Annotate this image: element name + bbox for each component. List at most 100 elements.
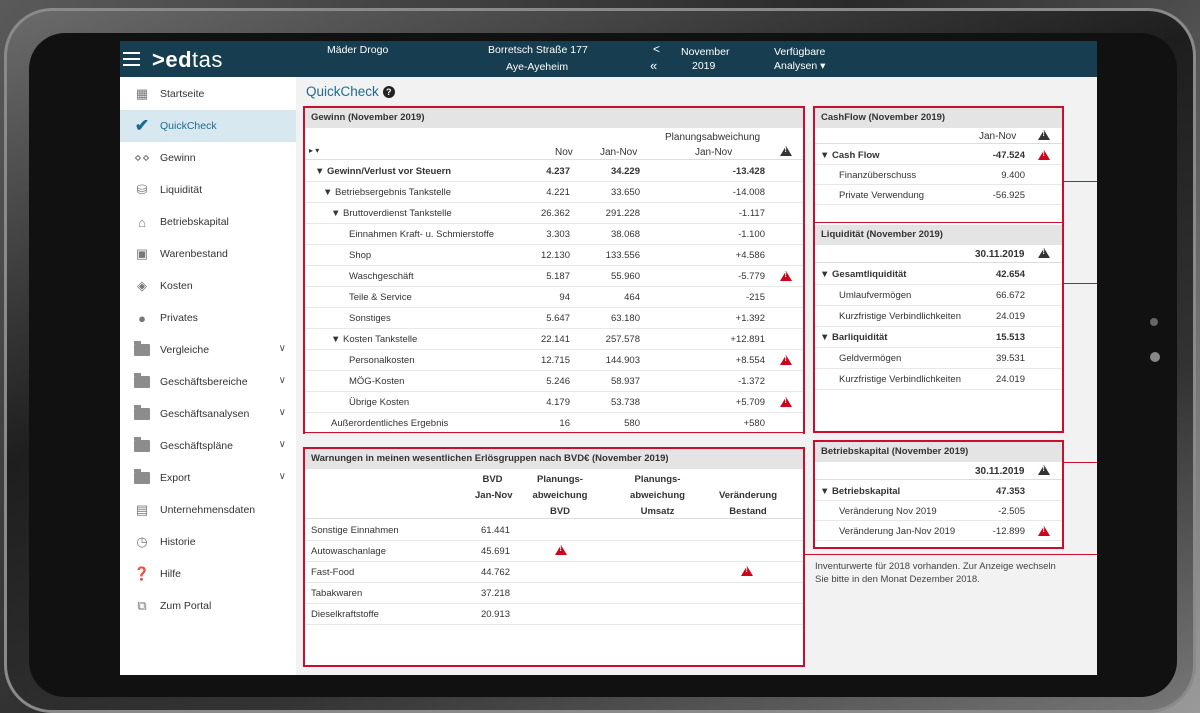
table-header: Jan-Nov	[815, 128, 1062, 144]
callout-line	[1064, 283, 1097, 284]
table-row[interactable]: Autowaschanlage 45.691	[305, 541, 803, 562]
row-label: ▼ Cash Flow	[820, 150, 880, 161]
row-label: Übrige Kosten	[349, 397, 410, 408]
value-plan: +1.392	[735, 313, 765, 324]
row-value: 15.513	[995, 332, 1025, 343]
table-row[interactable]: Veränderung Jan-Nov 2019 -12.899	[815, 521, 1062, 541]
sidebar-item-unternehmensdaten[interactable]: ▤ Unternehmensdaten	[120, 494, 296, 526]
row-label: ▼ Betriebskapital	[820, 486, 901, 497]
row-label: Tabakwaren	[311, 588, 363, 599]
table-header: 30.11.2019	[815, 245, 1062, 263]
tag-icon: ◈	[137, 278, 147, 293]
table-row[interactable]: Finanzüberschuss 9.400	[815, 165, 1062, 185]
sidebar-item-gewinn[interactable]: ⋄⋄ Gewinn	[120, 142, 296, 174]
table-row[interactable]: Personalkosten 12.715 144.903 +8.554	[305, 350, 803, 371]
sidebar-item-vergleiche[interactable]: Vergleiche ∨	[120, 334, 296, 366]
sidebar-item-geschaeftsbereiche[interactable]: Geschäftsbereiche ∨	[120, 366, 296, 398]
sidebar-item-portal[interactable]: ⧉ Zum Portal	[120, 590, 296, 622]
document-icon: ▤	[135, 502, 149, 517]
table-row[interactable]: Dieselkraftstoffe 20.913	[305, 604, 803, 625]
table-row[interactable]: Kurzfristige Verbindlichkeiten 24.019	[815, 369, 1062, 390]
col-header-jan-nov: Jan-Nov	[979, 131, 1017, 142]
company-name: Mäder Drogo	[327, 44, 389, 56]
table-row[interactable]: Fast-Food 44.762	[305, 562, 803, 583]
sidebar-item-warenbestand[interactable]: ▣ Warenbestand	[120, 238, 296, 270]
sidebar-item-historie[interactable]: ◷ Historie	[120, 526, 296, 558]
period-year[interactable]: 2019	[692, 60, 715, 72]
sidebar-item-quickcheck[interactable]: ✔ QuickCheck	[120, 110, 296, 142]
table-row[interactable]: ▼ Kosten Tankstelle 22.141 257.578 +12.891	[305, 329, 803, 350]
folder-icon	[132, 469, 152, 486]
value-jan-nov: 63.180	[610, 313, 640, 324]
prev-month-button[interactable]: <	[653, 42, 660, 56]
row-value: 44.762	[480, 567, 510, 578]
table-row[interactable]: Private Verwendung -56.925	[815, 185, 1062, 205]
analyses-dropdown[interactable]: Analysen ▾	[774, 60, 825, 72]
value-plan: -14.008	[732, 187, 765, 198]
folder-icon	[132, 437, 152, 454]
panel-title: Gewinn (November 2019)	[305, 108, 803, 128]
sidebar-item-geschaeftsanalysen[interactable]: Geschäftsanalysen ∨	[120, 398, 296, 430]
value-jan-nov: 34.229	[610, 166, 640, 177]
table-row[interactable]: Einnahmen Kraft- u. Schmierstoffe 3.303 38…	[305, 224, 803, 245]
value-plan: +12.891	[730, 334, 765, 345]
table-row[interactable]: Sonstige Einnahmen 61.441	[305, 520, 803, 541]
alert-icon	[555, 545, 567, 555]
table-row[interactable]: Außerordentliches Ergebnis 16 580 +580	[305, 413, 803, 434]
table-row[interactable]: Tabakwaren 37.218	[305, 583, 803, 604]
sidebar-item-privates[interactable]: ● Privates	[120, 302, 296, 334]
value-jan-nov: 133.556	[605, 250, 640, 261]
sidebar-item-liquiditaet[interactable]: ⛁ Liquidität	[120, 174, 296, 206]
table-row[interactable]: Umlaufvermögen 66.672	[815, 285, 1062, 306]
table-row[interactable]: ▼ Barliquidität 15.513	[815, 327, 1062, 348]
table-row[interactable]: Teile & Service 94 464 -215	[305, 287, 803, 308]
chevron-down-icon: ∨	[278, 471, 286, 482]
table-row[interactable]: ▼ Gesamtliquidität 42.654	[815, 264, 1062, 285]
value-nov: 94	[559, 292, 570, 303]
col-header-nov: Nov	[555, 147, 573, 158]
liquiditaet-panel: Liquidität (November 2019) 30.11.2019 ▼ …	[813, 223, 1064, 433]
row-value: -56.925	[992, 190, 1025, 201]
table-row[interactable]: ▼ Bruttoverdienst Tankstelle 26.362 291.22…	[305, 203, 803, 224]
table-row[interactable]: Sonstiges 5.647 63.180 +1.392	[305, 308, 803, 329]
row-label: ▼ Gesamtliquidität	[820, 269, 907, 280]
help-icon: ❓	[133, 566, 151, 581]
table-row[interactable]: Kurzfristige Verbindlichkeiten 24.019	[815, 306, 1062, 327]
table-row[interactable]: Geldvermögen 39.531	[815, 348, 1062, 369]
value-jan-nov: 257.578	[605, 334, 640, 345]
table-row[interactable]: Veränderung Nov 2019 -2.505	[815, 501, 1062, 521]
folder-icon	[132, 341, 152, 358]
table-row[interactable]: Übrige Kosten 4.179 53.738 +5.709	[305, 392, 803, 413]
analyses-label[interactable]: Verfügbare	[774, 46, 825, 58]
value-nov: 4.179	[546, 397, 570, 408]
period-month[interactable]: November	[681, 46, 729, 58]
row-label: ▼ Kosten Tankstelle	[331, 334, 418, 345]
value-plan: +8.554	[735, 355, 765, 366]
row-label: Dieselkraftstoffe	[311, 609, 379, 620]
menu-icon[interactable]	[123, 52, 140, 66]
table-row[interactable]: ▼ Gewinn/Verlust vor Steuern 4.237 34.229 -…	[305, 161, 803, 182]
sidebar-item-export[interactable]: Export ∨	[120, 462, 296, 494]
value-nov: 26.362	[540, 208, 570, 219]
row-value: 20.913	[480, 609, 510, 620]
sidebar-item-startseite[interactable]: ▦ Startseite	[120, 78, 296, 110]
sidebar-item-hilfe[interactable]: ❓ Hilfe	[120, 558, 296, 590]
table-row[interactable]: MÖG-Kosten 5.246 58.937 -1.372	[305, 371, 803, 392]
table-row[interactable]: ▼ Betriebskapital 47.353	[815, 481, 1062, 501]
value-jan-nov: 58.937	[610, 376, 640, 387]
first-month-button[interactable]: «	[650, 58, 657, 73]
sidebar-item-kosten[interactable]: ◈ Kosten	[120, 270, 296, 302]
help-icon[interactable]: ?	[382, 86, 395, 98]
table-row[interactable]: ▼ Cash Flow -47.524	[815, 145, 1062, 165]
alert-icon	[1038, 526, 1050, 536]
table-row[interactable]: Shop 12.130 133.556 +4.586	[305, 245, 803, 266]
sidebar-item-betriebskapital[interactable]: ⌂ Betriebskapital	[120, 206, 296, 238]
sidebar-item-geschaeftsplaene[interactable]: Geschäftspläne ∨	[120, 430, 296, 462]
alert-icon	[780, 397, 792, 407]
table-row[interactable]: Waschgeschäft 5.187 55.960 -5.779	[305, 266, 803, 287]
expand-controls[interactable]: ▸ ▾	[309, 146, 319, 155]
row-label: Umlaufvermögen	[839, 290, 912, 301]
birds-icon: ⋄⋄	[133, 150, 151, 165]
callout-line	[1064, 181, 1097, 182]
table-row[interactable]: ▼ Betriebsergebnis Tankstelle 4.221 33.650…	[305, 182, 803, 203]
